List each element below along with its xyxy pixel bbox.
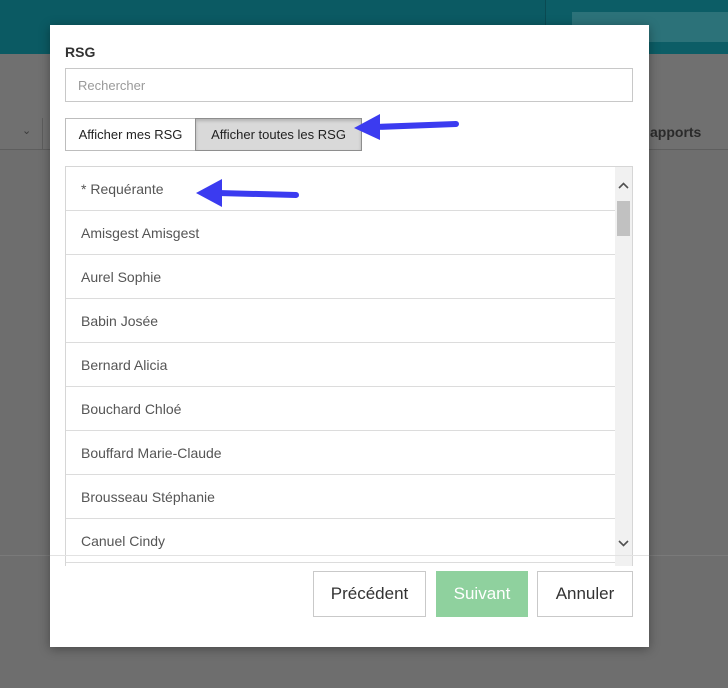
cancel-button[interactable]: Annuler (537, 571, 633, 617)
list-item[interactable]: * Requérante (66, 167, 617, 211)
show-my-rsg-button[interactable]: Afficher mes RSG (65, 118, 196, 151)
toolbar-divider (42, 118, 43, 150)
list-item[interactable]: Bouffard Marie-Claude (66, 431, 617, 475)
annotation-arrow-icon (354, 114, 459, 140)
rsg-filter-toggle: Afficher mes RSG Afficher toutes les RSG (65, 118, 362, 151)
rsg-list[interactable]: * Requérante Amisgest Amisgest Aurel Sop… (65, 166, 633, 566)
list-item[interactable]: Bouchard Chloé (66, 387, 617, 431)
next-button[interactable]: Suivant (436, 571, 528, 617)
dialog-title: RSG (65, 44, 96, 60)
previous-button[interactable]: Précédent (313, 571, 426, 617)
list-item[interactable]: Babin Josée (66, 299, 617, 343)
chevron-down-icon[interactable] (615, 535, 632, 552)
dialog-footer-divider (50, 555, 649, 556)
list-item[interactable]: Aurel Sophie (66, 255, 617, 299)
chevron-down-icon[interactable]: ⌄ (22, 124, 31, 137)
list-item[interactable]: Brousseau Stéphanie (66, 475, 617, 519)
search-input[interactable] (65, 68, 633, 102)
toolbar-rapports-label[interactable]: apports (650, 124, 701, 140)
scrollbar-thumb[interactable] (617, 201, 630, 236)
list-item[interactable]: Amisgest Amisgest (66, 211, 617, 255)
annotation-arrow-icon (196, 179, 299, 207)
show-all-rsg-button[interactable]: Afficher toutes les RSG (195, 118, 362, 151)
list-item[interactable]: Bernard Alicia (66, 343, 617, 387)
list-scrollbar[interactable] (615, 167, 632, 566)
list-item[interactable]: Canuel Cindy (66, 519, 617, 563)
chevron-up-icon[interactable] (615, 177, 632, 194)
